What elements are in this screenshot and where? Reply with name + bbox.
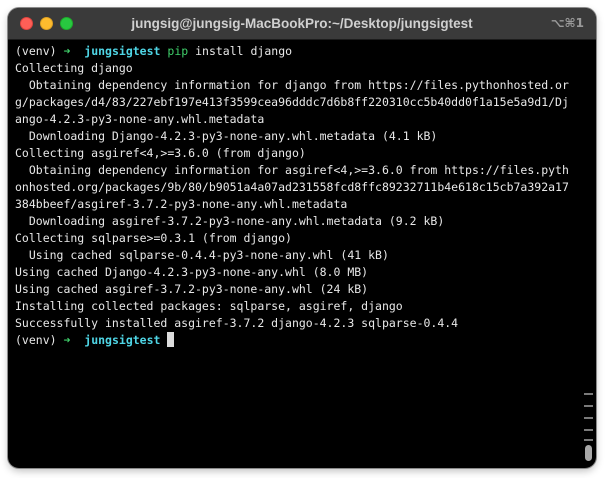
output-line: 384bbeef/asgiref-3.7.2-py3-none-any.whl.… xyxy=(15,197,348,211)
scroll-marker xyxy=(584,417,593,419)
command-args: install django xyxy=(195,44,293,58)
terminal-content[interactable]: (venv) ➜ jungsigtest pip install django … xyxy=(15,43,583,349)
output-line: Collecting django xyxy=(15,61,133,75)
scroll-marker xyxy=(584,393,593,395)
output-line: Installing collected packages: sqlparse,… xyxy=(15,299,403,313)
window-title: jungsig@jungsig-MacBookPro:~/Desktop/jun… xyxy=(131,16,473,31)
output-line: Using cached asgiref-3.7.2-py3-none-any.… xyxy=(15,282,369,296)
prompt-arrow-icon: ➜ xyxy=(63,44,71,58)
command-program: pip xyxy=(167,44,189,58)
prompt-venv: (venv) xyxy=(15,44,57,58)
current-prompt-line: (venv) ➜ jungsigtest xyxy=(15,332,583,349)
output-line: g/packages/d4/83/227ebf197e413f3599cea96… xyxy=(15,95,569,109)
title-bar[interactable]: jungsig@jungsig-MacBookPro:~/Desktop/jun… xyxy=(8,8,596,40)
scroll-marker xyxy=(584,405,593,407)
output-line: ango-4.2.3-py3-none-any.whl.metadata xyxy=(15,112,265,126)
output-line: Collecting asgiref<4,>=3.6.0 (from djang… xyxy=(15,146,306,160)
output-line: Obtaining dependency information for asg… xyxy=(15,163,569,177)
output-line: Downloading asgiref-3.7.2-py3-none-any.w… xyxy=(15,214,445,228)
output-line: onhosted.org/packages/9b/80/b9051a4a07ad… xyxy=(15,180,569,194)
prompt-directory: jungsigtest xyxy=(84,44,161,58)
terminal-window: jungsig@jungsig-MacBookPro:~/Desktop/jun… xyxy=(8,8,596,468)
command-line: (venv) ➜ jungsigtest pip install django xyxy=(15,43,583,60)
prompt-arrow-icon: ➜ xyxy=(63,333,71,347)
output-line: Collecting sqlparse>=0.3.1 (from django) xyxy=(15,231,292,245)
prompt-venv: (venv) xyxy=(15,333,57,347)
output-line: Obtaining dependency information for dja… xyxy=(15,78,569,92)
output-line: Downloading Django-4.2.3-py3-none-any.wh… xyxy=(15,129,438,143)
prompt-directory: jungsigtest xyxy=(84,333,161,347)
scroll-marker xyxy=(584,439,593,441)
scroll-marker xyxy=(584,429,593,431)
output-line: Successfully installed asgiref-3.7.2 dja… xyxy=(15,316,459,330)
output-line: Using cached Django-4.2.3-py3-none-any.w… xyxy=(15,265,369,279)
scrollbar-thumb[interactable] xyxy=(585,445,592,461)
scrollbar[interactable] xyxy=(584,393,593,463)
text-cursor xyxy=(167,332,175,347)
output-line: Using cached sqlparse-0.4.4-py3-none-any… xyxy=(15,248,389,262)
window-shortcut-label: ⌥⌘1 xyxy=(550,16,584,30)
